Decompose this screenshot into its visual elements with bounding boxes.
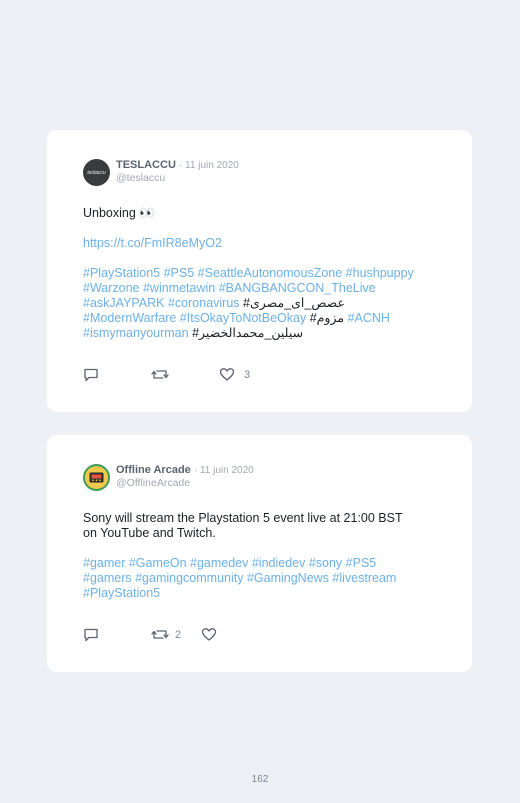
tweet-card: Offline Arcade · 11 juin 2020 @OfflineAr… [47,435,472,672]
tweet-card: teslaccu TESLACCU · 11 juin 2020 @teslac… [47,130,472,412]
heart-icon [201,628,217,641]
avatar[interactable]: teslaccu [83,159,110,186]
arcade-logo-icon [89,472,104,483]
hashtags: #PlayStation5 #PS5 #SeattleAutonomousZon… [83,266,443,341]
author-handle[interactable]: @OfflineArcade [116,477,254,490]
author-handle[interactable]: @teslaccu [116,172,239,185]
hashtag-segment-arabic[interactable]: #عصص_ای_مصری [243,296,345,310]
hashtag-line[interactable]: #gamers #gamingcommunity #GamingNews #li… [83,571,443,586]
hashtag-line[interactable]: #gamer #GameOn #gamedev #indiedev #sony … [83,556,443,571]
retweet-count: 2 [175,628,182,641]
reply-button[interactable] [83,367,151,382]
avatar-logo-text: teslaccu [87,169,106,176]
author-name[interactable]: TESLACCU [116,159,176,171]
hashtag-segment-arabic[interactable]: #مزوم [310,311,348,325]
tweet-date[interactable]: · 11 juin 2020 [179,160,239,171]
tweet-text: Unboxing 👀 [83,206,155,220]
author-block: Offline Arcade · 11 juin 2020 @OfflineAr… [116,464,254,490]
hashtag-segment[interactable]: #askJAYPARK #coronavirus [83,296,243,310]
page-number: 162 [251,774,269,785]
hashtag-line[interactable]: #Warzone #winmetawin #BANGBANGCON_TheLiv… [83,281,443,296]
hashtag-line: #ismymanyourman #سيلين_محمدالخضير [83,326,443,341]
tweet-link[interactable]: https://t.co/FmIR8eMyO2 [83,236,443,251]
hashtag-segment[interactable]: #ismymanyourman [83,326,192,340]
author-block: TESLACCU · 11 juin 2020 @teslaccu [116,159,239,185]
tweet-actions: 2 [83,627,217,642]
tweet-text: Sony will stream the Playstation 5 event… [83,511,443,541]
hashtag-line[interactable]: #PlayStation5 #PS5 #SeattleAutonomousZon… [83,266,443,281]
like-button[interactable]: 3 [219,367,250,382]
tweet-text-line: Sony will stream the Playstation 5 event… [83,511,403,525]
hashtags: #gamer #GameOn #gamedev #indiedev #sony … [83,556,443,601]
retweet-icon [151,370,169,379]
retweet-icon [151,630,169,639]
hashtag-line[interactable]: #PlayStation5 [83,586,443,601]
hashtag-line: #ModernWarfare #ItsOkayToNotBeOkay #مزوم… [83,311,443,326]
reply-icon [84,368,98,382]
tweet-actions: 3 [83,367,250,382]
hashtag-segment-arabic[interactable]: #سيلين_محمدالخضير [192,326,303,340]
like-button[interactable] [201,627,217,642]
hashtag-segment[interactable]: #ModernWarfare #ItsOkayToNotBeOkay [83,311,310,325]
hashtag-segment[interactable]: #ACNH [348,311,390,325]
reply-button[interactable] [83,627,151,642]
tweet-date[interactable]: · 11 juin 2020 [194,465,254,476]
tweet-header: Offline Arcade · 11 juin 2020 @OfflineAr… [83,464,254,492]
tweet-text-line: on YouTube and Twitch. [83,526,216,540]
reply-icon [84,628,98,642]
heart-icon [219,368,235,381]
retweet-button[interactable] [151,367,219,382]
like-count: 3 [244,368,251,381]
author-name[interactable]: Offline Arcade [116,464,191,476]
tweet-header: teslaccu TESLACCU · 11 juin 2020 @teslac… [83,159,239,187]
avatar[interactable] [83,464,110,491]
hashtag-line: #askJAYPARK #coronavirus #عصص_ای_مصری [83,296,443,311]
